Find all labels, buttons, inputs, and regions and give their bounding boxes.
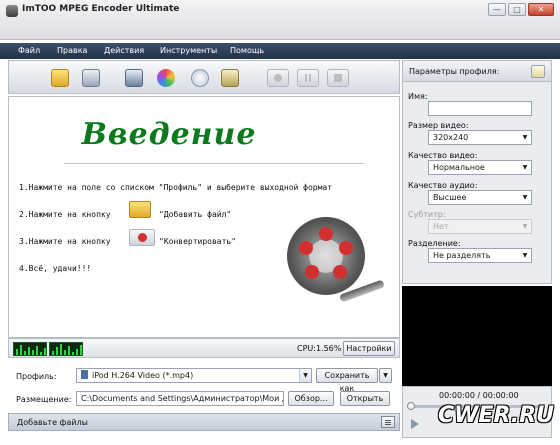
film-reel-icon	[287, 217, 365, 295]
profile-label: Профиль:	[16, 372, 57, 381]
log-icon[interactable]	[381, 416, 395, 428]
edit-icon[interactable]	[531, 65, 545, 78]
split-label: Разделение:	[408, 239, 461, 248]
audio-quality-value: Высшее	[433, 193, 467, 202]
subtitle-label: Субтитр:	[408, 210, 446, 219]
cpu-usage: CPU:1.56%	[297, 344, 342, 353]
toolbar	[8, 60, 400, 94]
video-preview	[402, 286, 552, 386]
window-title: ImTOO MPEG Encoder Ultimate	[22, 4, 180, 14]
playback-time: 00:00:00 / 00:00:00	[439, 391, 519, 400]
video-quality-value: Нормальное	[433, 163, 485, 172]
clip-icon[interactable]	[125, 69, 143, 87]
chevron-down-icon: ▼	[522, 223, 528, 230]
add-files-hint: Добавьте файлы	[17, 418, 88, 427]
chevron-down-icon: ▼	[522, 134, 528, 141]
audio-quality-select[interactable]: Высшее ▼	[428, 190, 532, 205]
step-1-text: 1.Нажмите на поле со списком "Профиль" и…	[19, 183, 333, 192]
video-quality-label: Качество видео:	[408, 151, 478, 160]
convert-icon	[129, 229, 155, 246]
add-file-icon[interactable]	[51, 69, 69, 87]
profile-settings-header: Параметры профиля:	[402, 60, 552, 82]
title-bar: ImTOO MPEG Encoder Ultimate — □ ✕	[0, 0, 560, 40]
cpu-graph-left	[13, 342, 47, 356]
add-folder-icon[interactable]	[82, 69, 100, 87]
intro-heading: Введение	[81, 117, 257, 152]
save-as-dropdown-button[interactable]: ▼	[379, 368, 392, 383]
add-profile-icon[interactable]	[191, 69, 209, 87]
convert-icon[interactable]	[267, 69, 289, 87]
step-3-text: 3.Нажмите на кнопку	[19, 237, 111, 246]
menu-edit[interactable]: Правка	[57, 46, 87, 55]
maximize-button[interactable]: □	[508, 3, 526, 16]
menu-help[interactable]: Помощь	[230, 46, 264, 55]
open-button[interactable]: Открыть	[340, 391, 390, 406]
split-select[interactable]: Не разделять ▼	[428, 248, 532, 263]
menu-file[interactable]: Файл	[18, 46, 40, 55]
app-icon	[6, 5, 18, 17]
cpu-graph-right	[49, 342, 83, 356]
save-as-button[interactable]: Сохранить как	[316, 368, 378, 393]
step-2-text: 2.Нажмите на кнопку	[19, 210, 111, 219]
intro-panel: Введение 1.Нажмите на поле со списком "П…	[8, 96, 400, 338]
divider	[64, 163, 364, 164]
watermark: CWER.RU	[438, 403, 554, 428]
ipod-icon	[81, 370, 88, 379]
split-value: Не разделять	[433, 251, 491, 260]
audio-quality-label: Качество аудио:	[408, 181, 478, 190]
destination-field[interactable]: C:\Documents and Settings\Администратор\…	[76, 391, 284, 406]
add-file-icon	[129, 201, 151, 218]
menu-tools[interactable]: Инструменты	[160, 46, 217, 55]
destination-label: Размещение:	[16, 395, 72, 404]
subtitle-select[interactable]: Нет ▼	[428, 219, 532, 234]
video-size-label: Размер видео:	[408, 121, 469, 130]
stop-icon[interactable]	[327, 69, 349, 87]
status-bar: CPU:1.56% Настройки	[8, 338, 400, 358]
profile-select[interactable]: iPod H.264 Video (*.mp4) ▼	[76, 368, 312, 383]
minimize-button[interactable]: —	[488, 3, 506, 16]
name-input[interactable]	[428, 101, 532, 116]
close-button[interactable]: ✕	[528, 3, 554, 16]
effects-icon[interactable]	[157, 69, 175, 87]
menu-bar: Файл Правка Действия Инструменты Помощь	[0, 43, 560, 59]
subtitle-value: Нет	[433, 222, 449, 231]
pause-icon[interactable]	[297, 69, 319, 87]
merge-icon[interactable]	[221, 69, 239, 87]
profile-value: iPod H.264 Video (*.mp4)	[92, 371, 194, 380]
chevron-down-icon: ▼	[522, 252, 528, 259]
video-quality-select[interactable]: Нормальное ▼	[428, 160, 532, 175]
chevron-down-icon: ▼	[522, 164, 528, 171]
name-label: Имя:	[408, 92, 428, 101]
menu-actions[interactable]: Действия	[104, 46, 144, 55]
profile-settings-title: Параметры профиля:	[409, 67, 500, 76]
step-2-action: "Добавить файл"	[159, 210, 232, 219]
chevron-down-icon: ▼	[522, 194, 528, 201]
settings-button[interactable]: Настройки	[343, 341, 395, 356]
play-icon[interactable]	[411, 419, 419, 429]
chevron-down-icon: ▼	[299, 369, 311, 382]
bottom-bar: Добавьте файлы	[8, 413, 400, 431]
seek-handle[interactable]	[407, 402, 415, 410]
browse-button[interactable]: Обзор...	[288, 391, 334, 406]
video-size-select[interactable]: 320x240 ▼	[428, 130, 532, 145]
video-size-value: 320x240	[433, 133, 469, 142]
step-4-text: 4.Всё, удачи!!!	[19, 264, 92, 273]
step-3-action: "Конвертировать"	[159, 237, 237, 246]
